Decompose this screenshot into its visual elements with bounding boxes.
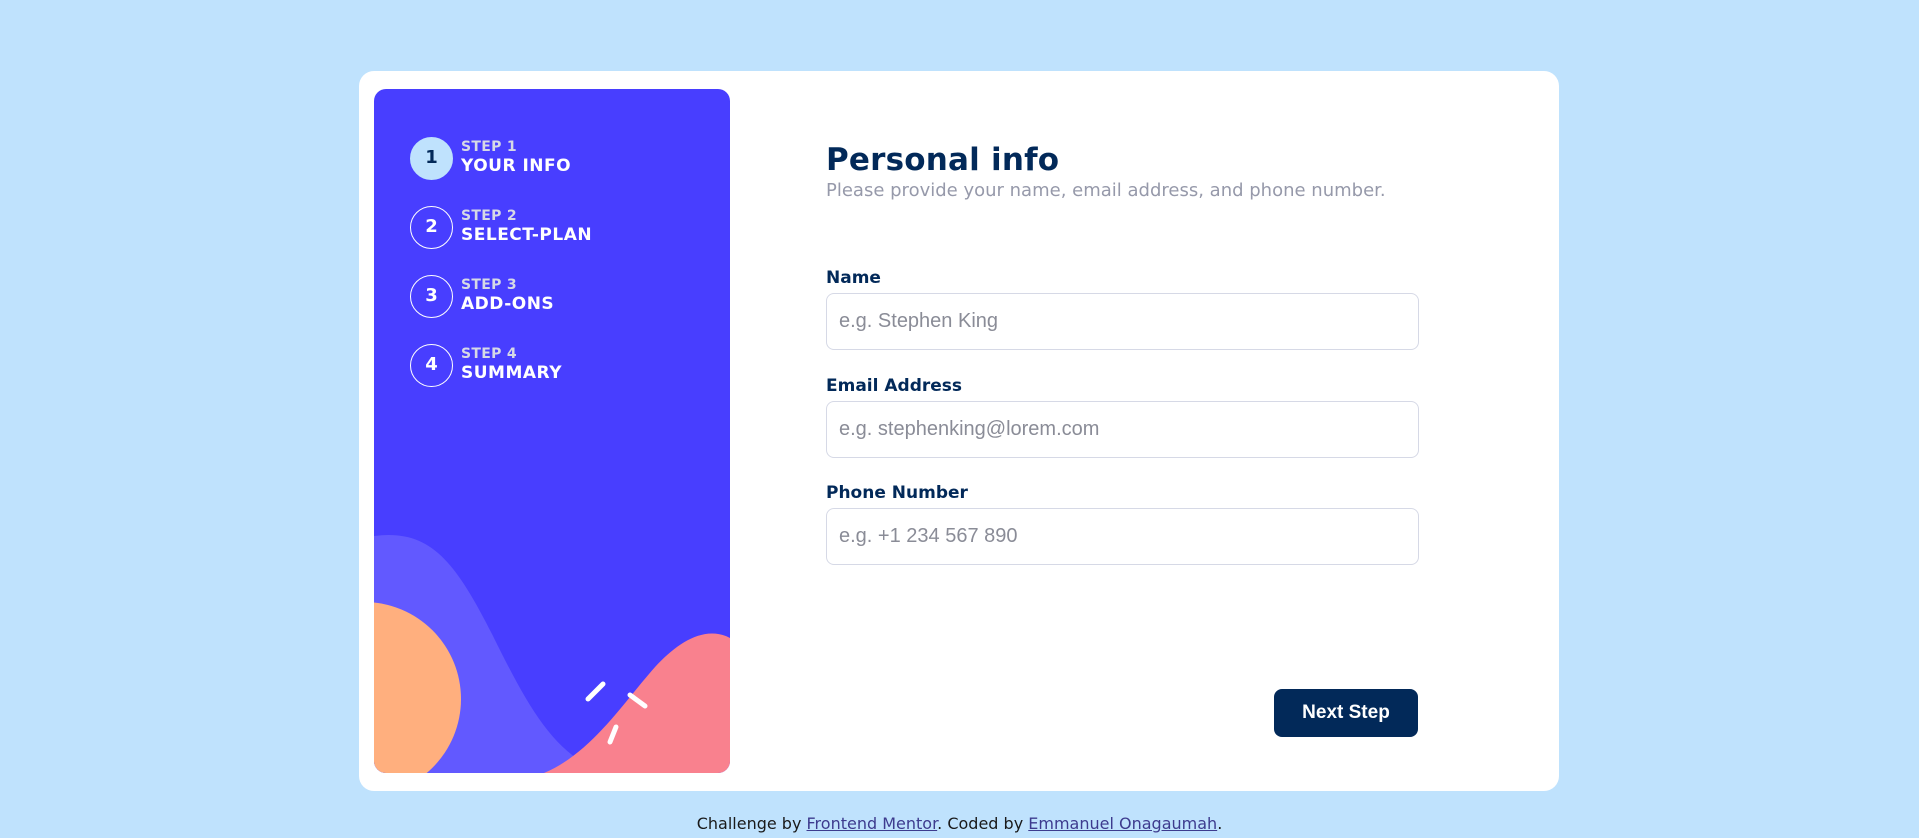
step-number-badge: 2: [410, 206, 453, 249]
email-input[interactable]: [826, 401, 1419, 458]
frontend-mentor-link[interactable]: Frontend Mentor: [807, 814, 938, 833]
phone-label: Phone Number: [826, 483, 968, 503]
step-number-badge: 3: [410, 275, 453, 318]
step-title: ADD-ONS: [461, 294, 555, 314]
phone-input[interactable]: [826, 508, 1419, 565]
author-link[interactable]: Emmanuel Onagaumah: [1028, 814, 1217, 833]
footer-prefix: Challenge by: [696, 814, 807, 833]
step-kicker: STEP 4: [461, 346, 517, 362]
step-sidebar: 1 STEP 1 YOUR INFO 2 STEP 2 SELECT-PLAN …: [374, 89, 730, 773]
step-title: SUMMARY: [461, 363, 563, 383]
step-text: STEP 4 SUMMARY: [461, 346, 562, 384]
step-kicker: STEP 1: [461, 139, 517, 155]
step-kicker: STEP 2: [461, 208, 517, 224]
step-text: STEP 2 SELECT-PLAN: [461, 208, 592, 246]
page-subtitle: Please provide your name, email address,…: [826, 180, 1386, 201]
step-text: STEP 1 YOUR INFO: [461, 139, 571, 177]
step-title: SELECT-PLAN: [461, 225, 593, 245]
step-kicker: STEP 3: [461, 277, 517, 293]
step-number-badge: 4: [410, 344, 453, 387]
footer-suffix: .: [1217, 814, 1223, 833]
page-title: Personal info: [826, 142, 1060, 178]
step-number-badge: 1: [410, 137, 453, 180]
email-label: Email Address: [826, 376, 963, 396]
name-label: Name: [826, 268, 881, 288]
attribution-footer: Challenge by Frontend Mentor. Coded by E…: [0, 812, 1919, 836]
next-step-button[interactable]: Next Step: [1274, 689, 1418, 737]
personal-info-form: Personal info Please provide your name, …: [826, 140, 1419, 565]
footer-middle: . Coded by: [937, 814, 1029, 833]
sidebar-background-art: [374, 535, 730, 773]
step-title: YOUR INFO: [461, 156, 572, 176]
step-text: STEP 3 ADD-ONS: [461, 277, 554, 315]
name-input[interactable]: [826, 293, 1419, 350]
